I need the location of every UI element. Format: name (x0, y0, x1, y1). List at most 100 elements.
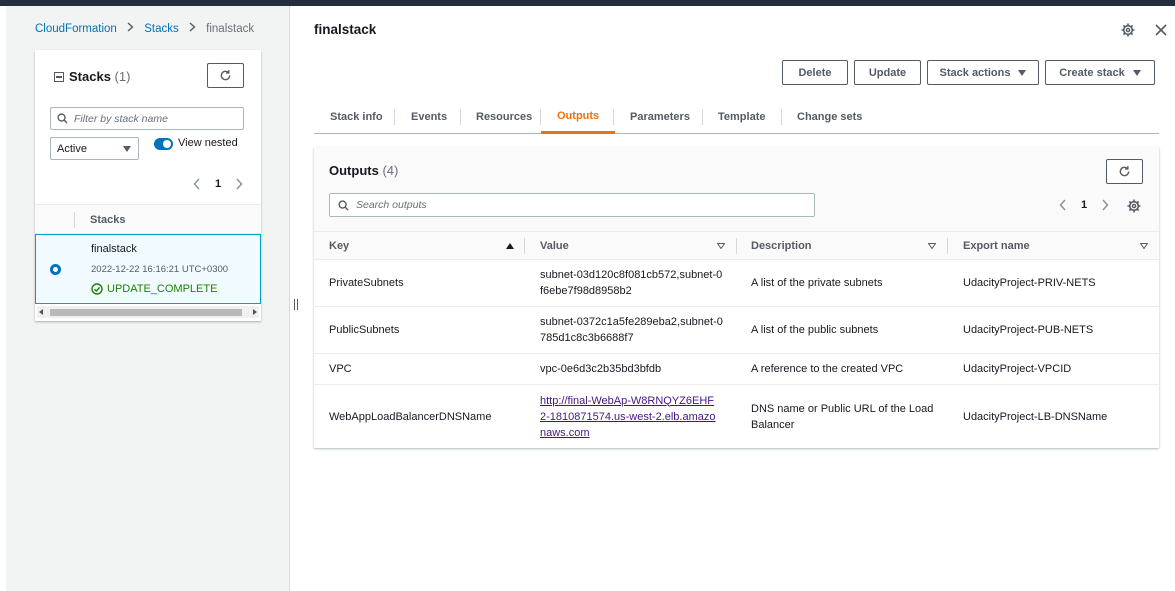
output-description: A reference to the created VPC (751, 354, 941, 384)
output-export-name: UdacityProject-VPCID (963, 354, 1153, 384)
scroll-right-icon[interactable] (253, 309, 257, 315)
stack-actions-dropdown[interactable]: Stack actions (927, 60, 1039, 85)
output-export-name: UdacityProject-PUB-NETS (963, 307, 1153, 353)
tab-label: Events (411, 111, 448, 123)
horizontal-scrollbar[interactable] (37, 306, 259, 318)
gear-icon[interactable] (1121, 23, 1135, 37)
outputs-search-input[interactable]: Search outputs (329, 193, 815, 217)
tab-resources[interactable]: Resources (460, 100, 548, 134)
stacks-panel-title[interactable]: Stacks (1) (54, 69, 130, 84)
scrollbar-thumb[interactable] (50, 309, 242, 316)
update-button[interactable]: Update (854, 60, 921, 85)
column-header-export-name[interactable]: Export name (963, 232, 1030, 260)
stack-actions-label: Stack actions (939, 66, 1011, 79)
stacks-column-header: Stacks (90, 214, 126, 226)
stack-filter-input[interactable]: Filter by stack name (50, 107, 244, 130)
column-divider (74, 212, 75, 228)
output-key-text: WebAppLoadBalancerDNSName (329, 410, 492, 423)
tab-stack-info[interactable]: Stack info (314, 100, 399, 134)
outputs-search-placeholder: Search outputs (356, 199, 427, 211)
stack-detail-tabs: Stack info Events Resources Outputs Para… (314, 100, 1159, 134)
output-value: subnet-0372c1a5fe289eba2,subnet-0785d1c8… (540, 307, 725, 353)
refresh-icon (1119, 166, 1130, 177)
outputs-header: Outputs (4) Search outputs 1 (314, 147, 1159, 232)
status-filter-value: Active (57, 142, 87, 155)
output-description: DNS name or Public URL of the Load Balan… (751, 385, 941, 448)
tab-events[interactable]: Events (395, 100, 463, 134)
stack-row-selected[interactable]: finalstack 2022-12-22 16:16:21 UTC+0300 … (35, 234, 261, 304)
outputs-page-number[interactable]: 1 (1081, 199, 1087, 211)
output-export-name: UdacityProject-LB-DNSName (963, 385, 1153, 448)
breadcrumb-stacks[interactable]: Stacks (144, 23, 179, 35)
status-filter-select[interactable]: Active (50, 137, 139, 160)
tab-change-sets[interactable]: Change sets (781, 100, 878, 134)
output-description: A list of the public subnets (751, 307, 941, 353)
tab-parameters[interactable]: Parameters (614, 100, 706, 134)
caret-down-icon (1018, 69, 1027, 76)
stack-filter-placeholder: Filter by stack name (74, 112, 168, 125)
view-nested-toggle[interactable] (154, 138, 173, 150)
table-row: WebAppLoadBalancerDNSName http://final-W… (314, 385, 1159, 448)
output-description-text: A list of the private subnets (751, 277, 883, 289)
outputs-title-label: Outputs (329, 163, 379, 178)
collapse-icon[interactable] (54, 72, 64, 82)
next-page-icon[interactable] (233, 178, 245, 190)
table-preferences-gear-icon[interactable] (1127, 199, 1141, 213)
check-circle-icon (91, 283, 103, 295)
output-value: vpc-0e6d3c2b35bd3bfdb (540, 354, 725, 384)
column-divider (947, 238, 948, 254)
stack-radio-button[interactable] (50, 264, 61, 275)
load-balancer-url-link[interactable]: http://final-WebAp-W8RNQYZ6EHF2-18108715… (540, 393, 718, 441)
breadcrumb-cloudformation[interactable]: CloudFormation (35, 23, 117, 35)
close-icon[interactable] (1154, 23, 1168, 37)
scroll-left-icon[interactable] (39, 309, 43, 315)
delete-button-label: Delete (798, 66, 832, 79)
stack-status-label: UPDATE_COMPLETE (107, 283, 218, 295)
stacks-refresh-button[interactable] (207, 63, 244, 88)
create-stack-dropdown[interactable]: Create stack (1045, 60, 1155, 85)
sort-ascending-icon[interactable] (506, 243, 514, 249)
column-header-value[interactable]: Value (540, 232, 569, 260)
stacks-pagination: 1 (191, 178, 245, 190)
tab-outputs[interactable]: Outputs (541, 100, 616, 134)
sort-icon[interactable] (717, 243, 725, 249)
output-key-text: PublicSubnets (329, 324, 400, 336)
view-nested-label: View nested (178, 137, 238, 149)
stacks-page-number[interactable]: 1 (215, 178, 221, 190)
output-export-name: UdacityProject-PRIV-NETS (963, 260, 1153, 306)
create-stack-label: Create stack (1059, 66, 1125, 79)
tab-label: Resources (476, 111, 533, 123)
update-button-label: Update (868, 66, 907, 79)
breadcrumb-current: finalstack (206, 23, 255, 35)
outputs-title: Outputs (4) (329, 163, 398, 178)
output-export-name-text: UdacityProject-PUB-NETS (963, 324, 1094, 336)
output-description-text: A list of the public subnets (751, 324, 879, 336)
previous-page-icon[interactable] (1057, 199, 1069, 211)
stack-detail-panel: finalstack Delete Update Stack actions C… (290, 6, 1175, 591)
previous-page-icon[interactable] (191, 178, 203, 190)
stacks-count: (1) (114, 69, 131, 84)
output-key: PrivateSubnets (329, 260, 519, 306)
output-key: PublicSubnets (329, 307, 519, 353)
column-header-description[interactable]: Description (751, 232, 812, 260)
delete-button[interactable]: Delete (782, 60, 848, 85)
search-icon (57, 113, 68, 124)
next-page-icon[interactable] (1099, 199, 1111, 211)
tab-template[interactable]: Template (702, 100, 781, 134)
outputs-refresh-button[interactable] (1106, 159, 1143, 184)
column-divider (524, 238, 525, 254)
column-header-key[interactable]: Key (329, 232, 349, 260)
sort-icon[interactable] (928, 243, 936, 249)
stack-name[interactable]: finalstack (91, 243, 137, 255)
tab-label: Change sets (797, 111, 863, 123)
output-value: subnet-03d120c8f081cb572,subnet-0f6ebe7f… (540, 260, 725, 306)
output-key-text: PrivateSubnets (329, 277, 404, 289)
breadcrumb-separator (189, 22, 196, 35)
stack-actions-toolbar: Delete Update Stack actions Create stack (782, 60, 1155, 85)
output-key: WebAppLoadBalancerDNSName (329, 385, 519, 448)
sort-icon[interactable] (1140, 243, 1148, 249)
page-title: finalstack (314, 22, 377, 37)
output-key: VPC (329, 354, 519, 384)
output-export-name-text: UdacityProject-LB-DNSName (963, 410, 1108, 423)
search-icon (338, 199, 349, 211)
